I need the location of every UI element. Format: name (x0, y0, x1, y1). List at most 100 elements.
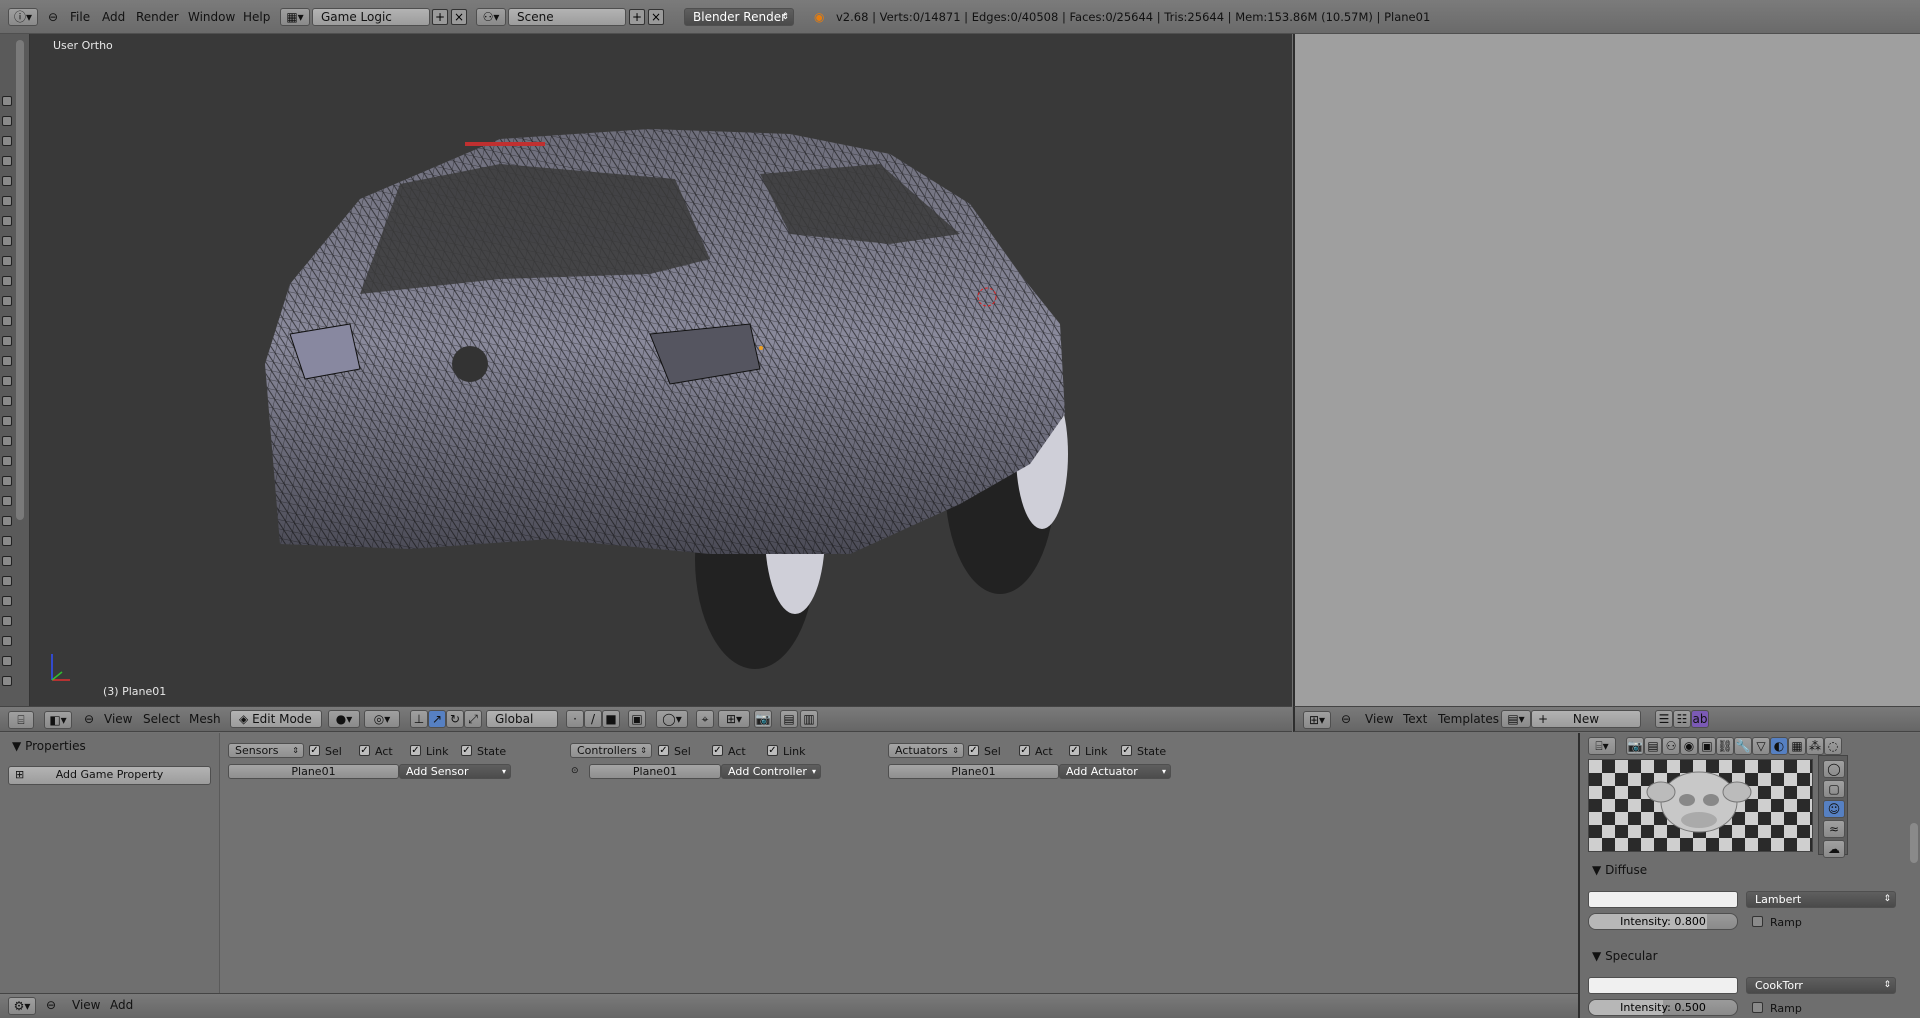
layer-icon[interactable] (2, 176, 12, 186)
specular-ramp-checkbox[interactable] (1752, 1002, 1763, 1013)
controllers-object-button[interactable]: Plane01 (589, 764, 721, 779)
layer-icon[interactable] (2, 476, 12, 486)
constraints-tab-icon[interactable]: ⛓ (1716, 737, 1734, 755)
actuators-object-button[interactable]: Plane01 (888, 764, 1059, 779)
text-editor-area[interactable] (1293, 34, 1920, 706)
diffuse-color-swatch[interactable] (1588, 891, 1738, 908)
syntax-highlight-icon[interactable]: ab (1691, 710, 1709, 728)
layer-icon[interactable] (2, 336, 12, 346)
add-controller-dropdown[interactable]: Add Controller ▾ (721, 764, 821, 779)
menu-view[interactable]: View (1365, 712, 1393, 726)
menu-window[interactable]: Window (188, 9, 235, 25)
actuators-sel-checkbox[interactable]: ✓ (968, 745, 979, 756)
state-dot-icon[interactable]: ⊙ (571, 766, 579, 776)
sensors-link-checkbox[interactable]: ✓ (410, 745, 421, 756)
diffuse-intensity-slider[interactable]: Intensity: 0.800 (1588, 913, 1738, 930)
collapse-menu-icon[interactable]: ⊖ (48, 9, 58, 25)
controllers-link-checkbox[interactable]: ✓ (767, 745, 778, 756)
preview-cube-icon[interactable]: ▢ (1823, 780, 1845, 798)
layer-icon[interactable] (2, 376, 12, 386)
diffuse-shader-select[interactable]: Lambert ⇕ (1746, 891, 1896, 908)
manipulator-icon[interactable]: ⊥ (410, 710, 428, 728)
actuators-state-checkbox[interactable]: ✓ (1121, 745, 1132, 756)
edge-select-icon[interactable]: / (584, 710, 602, 728)
shading-icon[interactable]: ●▾ (328, 710, 360, 728)
layer-icon[interactable] (2, 536, 12, 546)
material-tab-icon[interactable]: ◐ (1770, 737, 1788, 755)
world-tab-icon[interactable]: ◉ (1680, 737, 1698, 755)
layer-icon[interactable] (2, 456, 12, 466)
layer-icon[interactable] (2, 676, 12, 686)
snap-icon[interactable]: ⌖ (696, 710, 714, 728)
scene-tab-icon[interactable]: ⚇ (1662, 737, 1680, 755)
scene-icon[interactable]: ⚇▾ (476, 8, 506, 26)
diffuse-panel-title[interactable]: ▼ Diffuse (1592, 863, 1647, 877)
menu-view[interactable]: View (72, 998, 100, 1012)
layer-icon[interactable] (2, 496, 12, 506)
sensors-object-button[interactable]: Plane01 (228, 764, 399, 779)
menu-view[interactable]: View (104, 712, 132, 726)
collapse-menu-icon[interactable]: ⊖ (84, 712, 94, 726)
vertex-select-icon[interactable]: · (566, 710, 584, 728)
word-wrap-icon[interactable]: ☷ (1673, 710, 1691, 728)
layer-icon[interactable] (2, 416, 12, 426)
specular-color-swatch[interactable] (1588, 977, 1738, 994)
layer-icon[interactable] (2, 296, 12, 306)
add-sensor-dropdown[interactable]: Add Sensor ▾ (399, 764, 511, 779)
panel-scrollbar[interactable] (1910, 823, 1918, 863)
actuators-act-checkbox[interactable]: ✓ (1019, 745, 1030, 756)
line-numbers-icon[interactable]: ☰ (1655, 710, 1673, 728)
remove-scene-icon[interactable]: × (648, 9, 664, 25)
menu-render[interactable]: Render (136, 9, 179, 25)
render-engine-select[interactable]: Blender Render ⇕ (684, 8, 794, 26)
actuators-link-checkbox[interactable]: ✓ (1069, 745, 1080, 756)
specular-panel-title[interactable]: ▼ Specular (1592, 949, 1658, 963)
layer-icon[interactable] (2, 216, 12, 226)
layer-icon[interactable] (2, 576, 12, 586)
menu-text[interactable]: Text (1403, 712, 1427, 726)
menu-add[interactable]: Add (102, 9, 125, 25)
add-scene-icon[interactable]: + (629, 9, 645, 25)
preview-hair-icon[interactable]: ≈ (1823, 820, 1845, 838)
menu-mesh[interactable]: Mesh (189, 712, 221, 726)
sensors-state-checkbox[interactable]: ✓ (461, 745, 472, 756)
menu-file[interactable]: File (70, 9, 90, 25)
layer-icon[interactable] (2, 116, 12, 126)
editor-type-icon[interactable]: ⌸ (8, 711, 34, 729)
occlude-icon[interactable]: ▣ (628, 710, 646, 728)
controllers-dropdown[interactable]: Controllers ⇕ (570, 743, 652, 758)
data-tab-icon[interactable]: ▽ (1752, 737, 1770, 755)
opengl-animation-icon[interactable]: ▥ (800, 710, 818, 728)
new-text-button[interactable]: + New (1531, 710, 1641, 728)
scale-icon[interactable]: ⤢ (464, 710, 482, 728)
layer-icon[interactable] (2, 136, 12, 146)
layer-icon[interactable] (2, 616, 12, 626)
screen-layout-field[interactable]: Game Logic (312, 8, 430, 26)
add-game-property-button[interactable]: ⊞ Add Game Property (8, 766, 211, 785)
layer-icon[interactable] (2, 236, 12, 246)
toolstrip-scrollbar[interactable] (16, 40, 24, 520)
opengl-render-icon[interactable]: ▤ (780, 710, 798, 728)
sensors-dropdown[interactable]: Sensors ⇕ (228, 743, 304, 758)
layer-icon[interactable] (2, 556, 12, 566)
render-tab-icon[interactable]: 📷 (1626, 737, 1644, 755)
collapse-menu-icon[interactable]: ⊖ (1341, 712, 1351, 726)
3d-viewport[interactable]: User Ortho (3) Plane01 (30, 34, 1292, 706)
editor-type-icon[interactable]: ⌸▾ (1588, 737, 1616, 755)
add-screen-icon[interactable]: + (432, 9, 448, 25)
remove-screen-icon[interactable]: × (451, 9, 467, 25)
menu-templates[interactable]: Templates (1438, 712, 1499, 726)
mode-select[interactable]: ◈ Edit Mode (230, 710, 322, 728)
sensors-sel-checkbox[interactable]: ✓ (309, 745, 320, 756)
menu-add[interactable]: Add (110, 998, 133, 1012)
render-layers-tab-icon[interactable]: ▤ (1644, 737, 1662, 755)
sensors-act-checkbox[interactable]: ✓ (359, 745, 370, 756)
preview-monkey-icon[interactable]: ☺ (1823, 800, 1845, 818)
layer-icon[interactable] (2, 516, 12, 526)
controllers-sel-checkbox[interactable]: ✓ (658, 745, 669, 756)
layer-icon[interactable] (2, 356, 12, 366)
layer-icon[interactable] (2, 316, 12, 326)
diffuse-ramp-checkbox[interactable] (1752, 916, 1763, 927)
tool-shelf-strip[interactable] (0, 34, 30, 706)
layer-icon[interactable] (2, 596, 12, 606)
